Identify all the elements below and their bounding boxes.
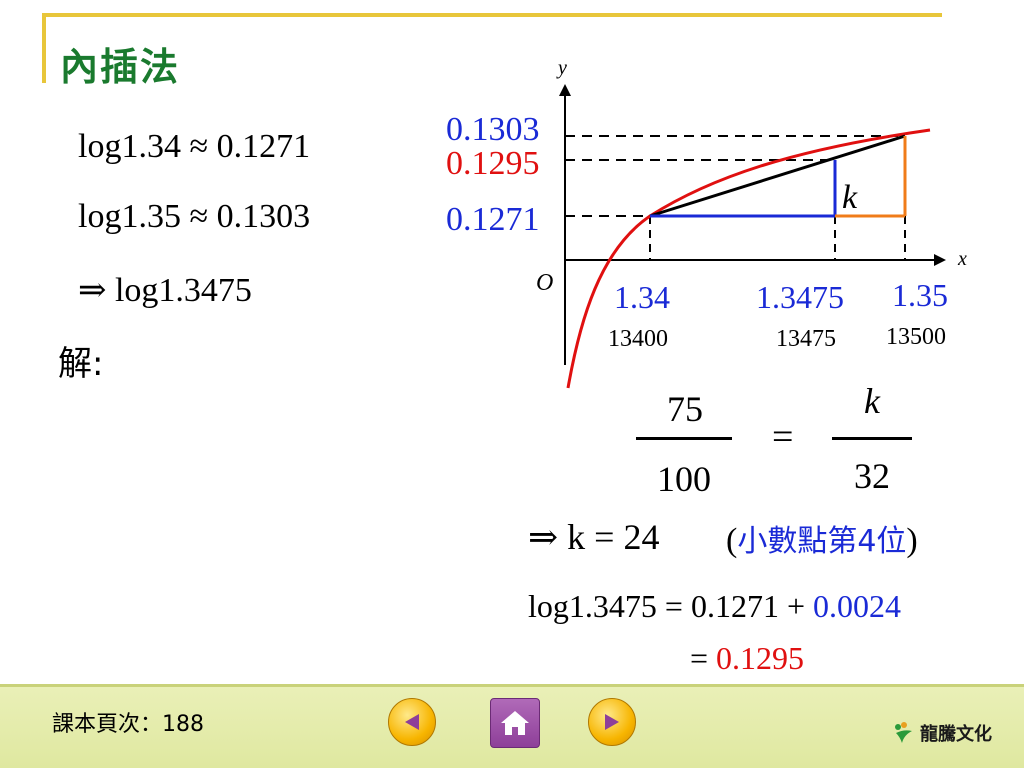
left-border — [42, 13, 46, 83]
sum-eq-prefix: = — [690, 640, 717, 676]
result-k: ⇒ k = 24 — [528, 517, 660, 557]
prev-button[interactable] — [388, 698, 436, 746]
note-text: 小數點第4位 — [737, 524, 907, 559]
equation-target: ⇒ log1.3475 — [78, 272, 252, 309]
y-axis-arrow — [559, 84, 571, 96]
x-tick-mid: 1.3475 — [756, 279, 844, 315]
note-close: ) — [906, 522, 918, 559]
sum-addend: 0.0024 — [812, 588, 901, 624]
fraction-equals: = — [772, 416, 794, 458]
y-tick-top: 0.1303 — [446, 111, 540, 148]
fraction-left-numerator: 75 — [667, 389, 703, 429]
solve-label: 解: — [58, 344, 104, 384]
x-sub-left: 13400 — [608, 326, 668, 352]
fraction-left-denominator: 100 — [657, 459, 711, 499]
sum-answer: 0.1295 — [716, 640, 805, 676]
x-tick-left: 1.34 — [614, 279, 670, 315]
home-icon — [501, 711, 529, 735]
x-sub-right: 13500 — [886, 324, 946, 350]
top-border — [42, 13, 942, 17]
fraction-right-numerator: k — [864, 381, 880, 421]
page-reference: 課本頁次：188 — [52, 712, 204, 737]
next-button[interactable] — [588, 698, 636, 746]
y-tick-mid: 0.1295 — [446, 145, 540, 182]
note-open: ( — [726, 522, 738, 559]
equation-log135: log1.35 ≈ 0.1303 — [78, 198, 311, 235]
origin-label: O — [536, 270, 553, 296]
k-label: k — [842, 179, 858, 216]
chord-line — [649, 134, 906, 218]
equation-log134: log1.34 ≈ 0.1271 — [78, 128, 311, 165]
x-axis-label: x — [957, 248, 967, 270]
y-axis-label: y — [556, 57, 567, 79]
fraction-right-bar — [832, 437, 912, 440]
decimal-note: (小數點第4位) — [726, 516, 918, 560]
sum-lhs: log1.3475 = 0.1271 + — [528, 588, 813, 624]
brand-logo: 龍騰文化 — [892, 720, 992, 746]
right-arrow-icon — [605, 714, 619, 730]
y-tick-low: 0.1271 — [446, 201, 540, 238]
left-arrow-icon — [405, 714, 419, 730]
page-title: 內插法 — [60, 45, 181, 89]
brand-name: 龍騰文化 — [920, 724, 992, 745]
fraction-left-bar — [636, 437, 732, 440]
x-sub-mid: 13475 — [776, 326, 836, 352]
x-tick-right: 1.35 — [892, 277, 948, 313]
sum-answer-line: = 0.1295 — [690, 640, 804, 677]
fraction-right-denominator: 32 — [854, 456, 890, 496]
sum-equation: log1.3475 = 0.1271 + 0.0024 — [528, 588, 901, 625]
interpolation-graph: y x O k 0.1303 0.1295 0.1271 1.34 1.3475… — [446, 57, 967, 389]
brand-leaf-icon — [895, 722, 912, 743]
x-axis-arrow — [934, 254, 946, 266]
footer-stripe — [0, 684, 1024, 687]
home-button[interactable] — [490, 698, 540, 748]
